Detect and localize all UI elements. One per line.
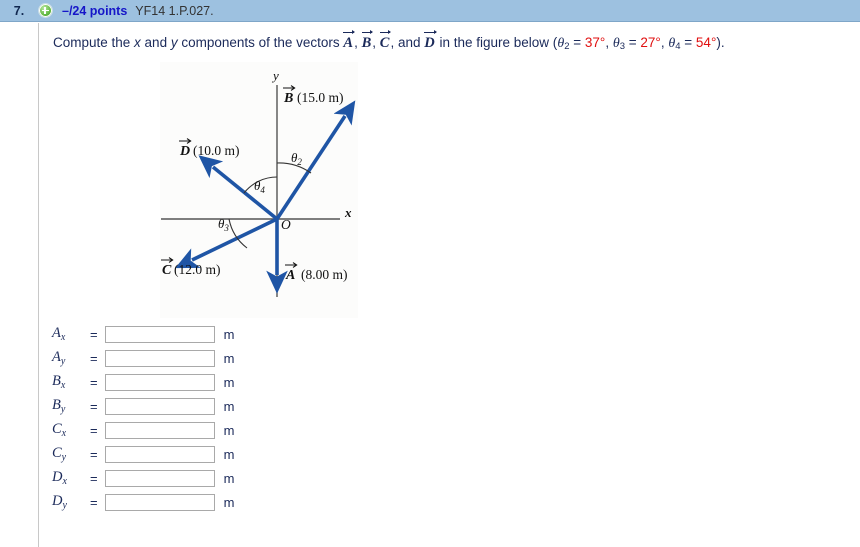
answer-label-by: By xyxy=(52,397,66,415)
svg-text:(8.00 m): (8.00 m) xyxy=(301,267,348,282)
prompt-sep-3: , and xyxy=(390,35,425,50)
unit-label-bx: m xyxy=(223,374,235,390)
prompt-text-4: in the figure below ( xyxy=(435,35,558,50)
question-code: YF14 1.P.027. xyxy=(135,3,214,18)
theta3-symbol: θ xyxy=(612,36,620,51)
prompt-eq-2: = xyxy=(625,35,641,50)
vector-b-arrow xyxy=(275,100,356,220)
answer-input-dy[interactable] xyxy=(104,493,215,511)
svg-text:A: A xyxy=(285,268,295,283)
equals-sign: = xyxy=(90,422,98,438)
answer-label-dy: Dy xyxy=(52,493,67,511)
answer-input-bx[interactable] xyxy=(104,373,215,391)
prompt-text-1: Compute the xyxy=(53,35,135,50)
answer-input-by[interactable] xyxy=(104,397,215,415)
prompt-eq-1: = xyxy=(569,35,585,50)
y-axis-label: y xyxy=(271,68,279,83)
question-header: 7. –/24 points YF14 1.P.027. xyxy=(0,0,860,22)
vector-diagram-figure: y x O θ2 θ3 θ4 B (15.0 m) D (10.0 m) C (… xyxy=(160,62,358,318)
answer-label-bx: Bx xyxy=(52,373,66,391)
vector-b-label: B (15.0 m) xyxy=(283,85,344,106)
answer-row-bx: Bx = m xyxy=(52,370,234,394)
vector-d-arrow xyxy=(198,155,279,221)
vector-c-label: C (12.0 m) xyxy=(161,257,221,278)
vector-b-symbol: B xyxy=(361,35,372,51)
answer-label-ay: Ay xyxy=(52,349,66,367)
prompt-text-5: ). xyxy=(716,35,725,50)
prompt-var-y: y xyxy=(170,35,178,50)
vector-d-label: D (10.0 m) xyxy=(179,138,240,159)
answer-input-cx[interactable] xyxy=(104,421,215,439)
prompt-var-x: x xyxy=(134,35,141,50)
unit-label-cx: m xyxy=(223,422,235,438)
answer-row-cy: Cy = m xyxy=(52,442,234,466)
unit-label-cy: m xyxy=(223,446,235,462)
unit-label-ay: m xyxy=(223,350,235,366)
prompt-sep-1: , xyxy=(354,35,362,50)
question-number: 7. xyxy=(13,3,25,18)
answer-row-by: By = m xyxy=(52,394,234,418)
unit-label-dx: m xyxy=(223,470,235,486)
answer-input-cy[interactable] xyxy=(104,445,215,463)
svg-text:(15.0 m): (15.0 m) xyxy=(297,90,344,105)
question-prompt: Compute the x and y components of the ve… xyxy=(53,34,853,56)
answer-label-cx: Cx xyxy=(52,421,67,439)
answer-row-cx: Cx = m xyxy=(52,418,234,442)
answer-row-dx: Dx = m xyxy=(52,466,234,490)
answer-label-cy: Cy xyxy=(52,445,67,463)
answer-input-ax[interactable] xyxy=(104,325,215,343)
answer-input-dx[interactable] xyxy=(104,469,215,487)
theta2-figure-label: θ2 xyxy=(291,150,302,167)
vector-diagram-svg: y x O θ2 θ3 θ4 B (15.0 m) D (10.0 m) C (… xyxy=(161,68,356,297)
vector-c-arrow xyxy=(175,217,278,269)
plus-circle-icon[interactable] xyxy=(38,3,53,18)
svg-text:(12.0 m): (12.0 m) xyxy=(174,262,221,277)
unit-label-ax: m xyxy=(223,326,235,342)
origin-label: O xyxy=(281,217,291,232)
prompt-eq-3: = xyxy=(680,35,696,50)
equals-sign: = xyxy=(90,470,98,486)
svg-text:B: B xyxy=(283,91,293,106)
theta4-figure-label: θ4 xyxy=(254,178,265,195)
answer-label-ax: Ax xyxy=(52,325,66,343)
vector-c-symbol: C xyxy=(379,35,390,51)
unit-label-by: m xyxy=(223,398,235,414)
equals-sign: = xyxy=(90,446,98,462)
svg-text:D: D xyxy=(179,144,190,159)
answer-row-dy: Dy = m xyxy=(52,490,234,514)
svg-text:(10.0 m): (10.0 m) xyxy=(193,143,240,158)
answer-row-ax: Ax = m xyxy=(52,322,234,346)
theta2-value: 37° xyxy=(584,35,606,50)
equals-sign: = xyxy=(90,350,98,366)
unit-label-dy: m xyxy=(223,494,235,510)
vector-a-label: A (8.00 m) xyxy=(285,262,348,283)
equals-sign: = xyxy=(90,398,98,414)
points-label: –/24 points xyxy=(62,3,128,18)
x-axis-label: x xyxy=(344,205,352,220)
theta3-value: 27° xyxy=(640,35,661,50)
vector-d-symbol: D xyxy=(424,35,435,51)
content-divider xyxy=(38,23,39,547)
prompt-comma-1: , xyxy=(605,35,613,50)
svg-text:C: C xyxy=(162,263,172,278)
prompt-sep-2: , xyxy=(372,35,380,50)
theta4-value: 54° xyxy=(695,35,717,50)
answer-list: Ax = m Ay = m Bx = m By = m Cx = m Cy = … xyxy=(52,322,234,514)
equals-sign: = xyxy=(90,374,98,390)
answer-row-ay: Ay = m xyxy=(52,346,234,370)
prompt-text-3: components of the vectors xyxy=(177,35,344,50)
equals-sign: = xyxy=(90,326,98,342)
equals-sign: = xyxy=(90,494,98,510)
answer-input-ay[interactable] xyxy=(104,349,215,367)
answer-label-dx: Dx xyxy=(52,469,67,487)
prompt-text-2: and xyxy=(140,35,171,50)
vector-a-symbol: A xyxy=(343,35,354,51)
